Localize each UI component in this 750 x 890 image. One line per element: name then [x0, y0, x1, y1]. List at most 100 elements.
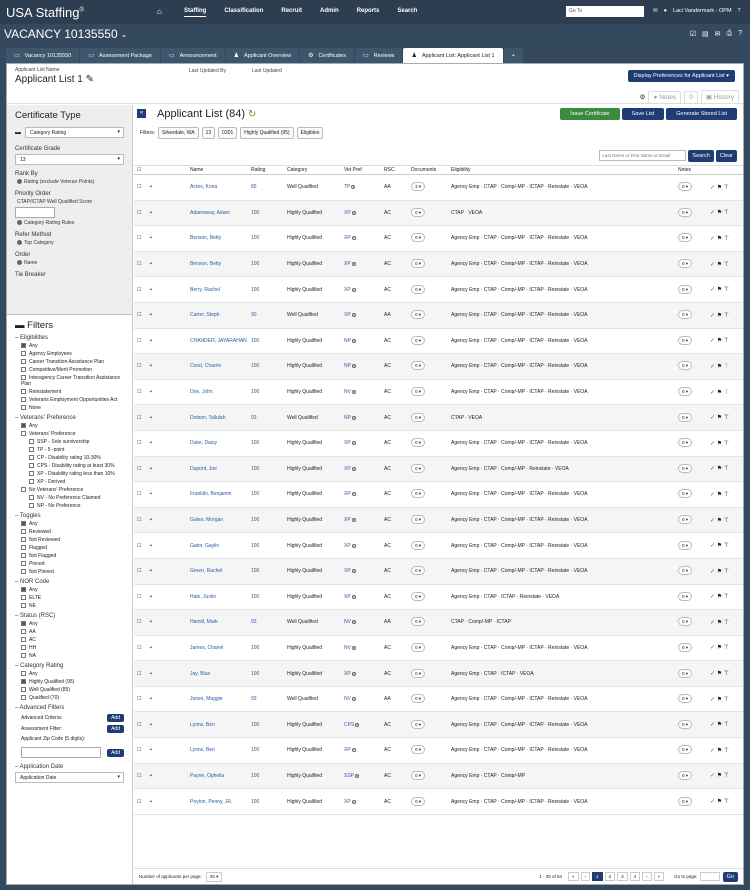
filter-checkbox[interactable]: XP - Derived [29, 479, 124, 485]
table-row[interactable]: ☐ + Peyton, Penny, JR. 100 Highly Qualified X… [134, 789, 743, 815]
info-icon[interactable]: ? [351, 748, 356, 753]
pin-icon[interactable]: ⊤ [722, 210, 729, 216]
column-header-documents[interactable]: Documents [411, 167, 451, 173]
checkbox[interactable] [29, 503, 34, 509]
info-icon[interactable]: ? [351, 287, 356, 292]
tab-3[interactable]: ♟ Applicant Overview [225, 48, 300, 63]
row-checkbox[interactable]: ☐ [134, 568, 144, 574]
pin-icon[interactable]: ⊤ [722, 671, 729, 677]
vet-pref[interactable]: XP? [344, 287, 384, 293]
pin-icon[interactable]: ⊤ [722, 390, 729, 396]
chevron-down-icon[interactable]: ⌄ [121, 30, 128, 39]
filter-chip[interactable]: 0201 [218, 127, 238, 139]
filter-checkbox[interactable]: SSP - Sole survivorship [29, 439, 124, 445]
pin-icon[interactable]: ⊤ [722, 262, 729, 268]
filter-chip[interactable]: Highly Qualified (95) [240, 127, 294, 139]
vet-pref[interactable]: NV? [344, 696, 384, 702]
vet-pref[interactable]: XP? [344, 491, 384, 497]
pin-icon[interactable]: ⊤ [722, 338, 729, 344]
vet-pref[interactable]: XP? [344, 440, 384, 446]
filter-checkbox[interactable]: CP - Disability rating 10-30% [29, 455, 124, 461]
filter-checkbox[interactable]: Not Flagged [21, 553, 124, 559]
pin-icon[interactable]: ⊤ [722, 748, 729, 754]
collapse-icon[interactable]: ▬ [15, 130, 21, 136]
applicant-name-link[interactable]: Hamill, Mark [158, 619, 250, 625]
column-header-rsc[interactable]: RSC [384, 167, 411, 173]
search-button[interactable]: Search [688, 150, 714, 162]
filter-checkbox[interactable]: Any [21, 621, 124, 627]
print-icon[interactable]: ⎙ [726, 30, 732, 38]
checkbox[interactable] [21, 359, 26, 365]
documents-dropdown[interactable]: 0 ▾ [411, 335, 426, 345]
rating-link[interactable]: 100 [250, 568, 287, 574]
rating-link[interactable]: 100 [250, 363, 287, 369]
pin-icon[interactable]: ⊤ [722, 569, 729, 575]
tab-4[interactable]: ⚙ Certificates [300, 48, 354, 63]
info-icon[interactable]: ? [351, 645, 356, 650]
table-row[interactable]: ☐ + Benson, Betty 100 Highly Qualified XP? AC 0… [134, 251, 743, 278]
rank-radio[interactable]: Rating (exclude Veteran Points) [17, 179, 124, 185]
notes-dropdown[interactable]: 0 ▾ [678, 745, 693, 755]
row-checkbox[interactable]: ☐ [134, 287, 144, 293]
notes-dropdown[interactable]: 0 ▾ [678, 719, 693, 729]
vet-pref[interactable]: TP? [344, 184, 384, 190]
notes-dropdown[interactable]: 0 ▾ [678, 694, 693, 704]
rating-link[interactable]: 100 [250, 722, 287, 728]
expand-icon[interactable]: + [144, 645, 158, 651]
mail-icon[interactable]: ✉ [653, 8, 658, 14]
nav-item-recruit[interactable]: Recruit [281, 8, 302, 17]
checkbox[interactable] [21, 545, 26, 551]
vet-pref[interactable]: XP? [344, 799, 384, 805]
info-icon[interactable]: ? [351, 492, 356, 497]
filter-checkbox[interactable]: Flagged [21, 545, 124, 551]
vet-pref[interactable]: XP? [344, 517, 384, 523]
checkbox[interactable] [21, 561, 26, 567]
row-checkbox[interactable]: ☐ [134, 338, 144, 344]
filter-checkbox[interactable]: Any [21, 343, 124, 349]
filter-checkbox[interactable]: Any [21, 587, 124, 593]
applicant-name-link[interactable]: Lyons, Ben [158, 747, 250, 753]
rating-link[interactable]: 100 [250, 210, 287, 216]
add-button[interactable]: Add [107, 748, 124, 757]
table-row[interactable]: ☐ + Crest, Charrie 100 Highly Qualified NP? AC… [134, 354, 743, 380]
nav-item-admin[interactable]: Admin [320, 8, 339, 17]
notes-dropdown[interactable]: 0 ▾ [678, 463, 693, 473]
row-checkbox[interactable]: ☐ [134, 773, 144, 779]
filter-checkbox[interactable]: AC [21, 637, 124, 643]
vet-pref[interactable]: XP? [344, 466, 384, 472]
first-page-button[interactable]: « [568, 872, 579, 881]
documents-dropdown[interactable]: 0 ▾ [411, 438, 426, 448]
checkbox[interactable] [21, 671, 26, 677]
checkbox[interactable] [29, 471, 34, 477]
display-preferences-button[interactable]: Display Preferences for Applicant List ▾ [627, 70, 735, 82]
applicant-name-link[interactable]: CHANDER, JAYARAHAN [158, 338, 250, 344]
expand-icon[interactable]: + [144, 415, 158, 421]
pin-icon[interactable]: ⊤ [722, 236, 729, 242]
pin-icon[interactable]: ⊤ [722, 799, 729, 805]
checkbox[interactable] [21, 569, 26, 575]
row-checkbox[interactable]: ☐ [134, 799, 144, 805]
applicant-name-link[interactable]: Jay, Blue [158, 671, 250, 677]
logo[interactable]: USA Staffing® [0, 5, 150, 20]
documents-dropdown[interactable]: 0 ▾ [411, 207, 426, 217]
pin-icon[interactable]: ⊤ [722, 415, 729, 421]
expand-icon[interactable]: + [144, 696, 158, 702]
pin-icon[interactable]: ⊤ [722, 441, 729, 447]
checkbox[interactable] [29, 447, 34, 453]
expand-icon[interactable]: + [144, 389, 158, 395]
goto-page-input[interactable] [699, 872, 720, 881]
info-icon[interactable]: ? [351, 262, 356, 267]
rating-link[interactable]: 100 [250, 543, 287, 549]
table-row[interactable]: ☐ + Hale, Justin 100 Highly Qualified XP? AC 0 … [134, 585, 743, 611]
filter-checkbox[interactable]: No Veterans' Preference [21, 487, 124, 493]
row-checkbox[interactable]: ☐ [134, 671, 144, 677]
table-row[interactable]: ☐ + Duke, Daisy 100 Highly Qualified XP? AC 0 ▾… [134, 431, 743, 457]
checkbox[interactable] [21, 603, 26, 609]
documents-dropdown[interactable]: 0 ▾ [411, 361, 426, 371]
column-header-vet-pref[interactable]: Vet Pref [344, 167, 384, 173]
filter-checkbox[interactable]: Well Qualified (85) [21, 687, 124, 693]
tab-0[interactable]: ▭ Vacancy 10135550 [6, 48, 80, 63]
notes-dropdown[interactable]: 0 ▾ [678, 668, 693, 678]
row-checkbox[interactable]: ☐ [134, 594, 144, 600]
filter-checkbox[interactable]: HH [21, 645, 124, 651]
